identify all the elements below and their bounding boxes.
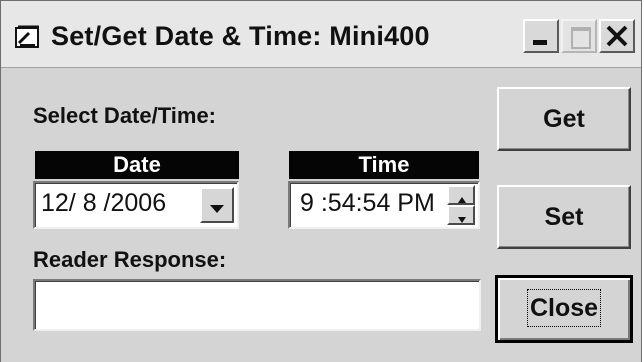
time-header: Time [289, 151, 479, 179]
close-button[interactable]: Close [495, 275, 633, 343]
reader-response-field[interactable] [33, 279, 481, 331]
arrow-down-icon [457, 211, 467, 229]
select-datetime-label: Select Date/Time: [33, 103, 217, 128]
minimize-button[interactable] [523, 19, 559, 53]
time-spin-down-button[interactable] [447, 205, 475, 225]
set-button[interactable]: Set [497, 185, 631, 249]
title-bar[interactable]: Set/Get Date & Time: Mini400 [1, 1, 641, 68]
date-value: 12/ 8 /2006 [41, 189, 167, 217]
get-button[interactable]: Get [497, 87, 631, 151]
time-picker[interactable]: 9 :54:54 PM [288, 181, 480, 229]
time-spin-up-button[interactable] [447, 185, 475, 205]
maximize-icon [571, 27, 591, 49]
date-header: Date [35, 151, 239, 179]
date-picker[interactable]: 12/ 8 /2006 [33, 181, 239, 229]
time-value: 9 :54:54 PM [300, 189, 435, 217]
chevron-down-icon [209, 201, 225, 219]
app-edit-icon [15, 25, 41, 49]
dialog-window: Set/Get Date & Time: Mini400 Select Date… [0, 0, 642, 362]
set-button-label: Set [544, 203, 584, 231]
close-window-button[interactable] [599, 19, 635, 53]
minimize-icon [533, 40, 547, 45]
get-button-label: Get [543, 105, 585, 133]
window-title: Set/Get Date & Time: Mini400 [51, 21, 430, 51]
date-dropdown-button[interactable] [200, 187, 234, 223]
reader-response-label: Reader Response: [33, 247, 227, 272]
close-icon [604, 23, 630, 54]
maximize-button [561, 19, 597, 53]
close-button-label: Close [526, 289, 602, 327]
